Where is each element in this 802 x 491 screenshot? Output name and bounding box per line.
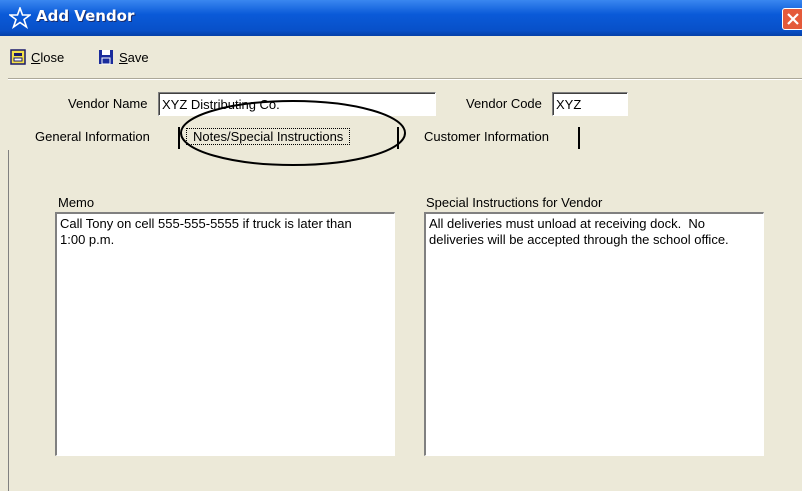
- toolbar: Close Save: [0, 36, 802, 76]
- star-icon: [9, 7, 31, 29]
- vendor-code-input[interactable]: [552, 92, 628, 116]
- tab-general-information[interactable]: General Information: [35, 127, 175, 149]
- add-vendor-window: Add Vendor Close Save Vendor Name XYZ Di…: [0, 0, 802, 491]
- tab-customer-information[interactable]: Customer Information: [424, 127, 574, 149]
- memo-textarea[interactable]: Call Tony on cell 555-555-5555 if truck …: [55, 212, 395, 456]
- save-label: ave: [127, 49, 149, 65]
- memo-label: Memo: [58, 195, 95, 210]
- tab-general-information-label: General Information: [35, 129, 150, 144]
- close-accelerator: C: [31, 49, 41, 65]
- title-bar[interactable]: Add Vendor: [0, 0, 802, 36]
- window-close-button[interactable]: [782, 8, 802, 30]
- save-accelerator: S: [119, 49, 128, 65]
- close-icon: [787, 13, 799, 25]
- close-door-icon: [10, 49, 26, 65]
- window-title: Add Vendor: [36, 7, 135, 25]
- close-label: lose: [40, 49, 65, 65]
- tab-customer-information-label: Customer Information: [424, 129, 549, 144]
- special-instructions-label: Special Instructions for Vendor: [426, 195, 603, 210]
- vendor-name-label: Vendor Name: [68, 96, 148, 111]
- toolbar-separator: [8, 78, 802, 80]
- close-button[interactable]: Close: [10, 49, 64, 65]
- save-button[interactable]: Save: [98, 49, 149, 65]
- special-instructions-textarea[interactable]: All deliveries must unload at receiving …: [424, 212, 764, 456]
- highlight-ellipse: [180, 100, 406, 166]
- vendor-code-label: Vendor Code: [466, 96, 542, 111]
- floppy-disk-icon: [99, 50, 113, 65]
- tab-divider: [578, 127, 580, 149]
